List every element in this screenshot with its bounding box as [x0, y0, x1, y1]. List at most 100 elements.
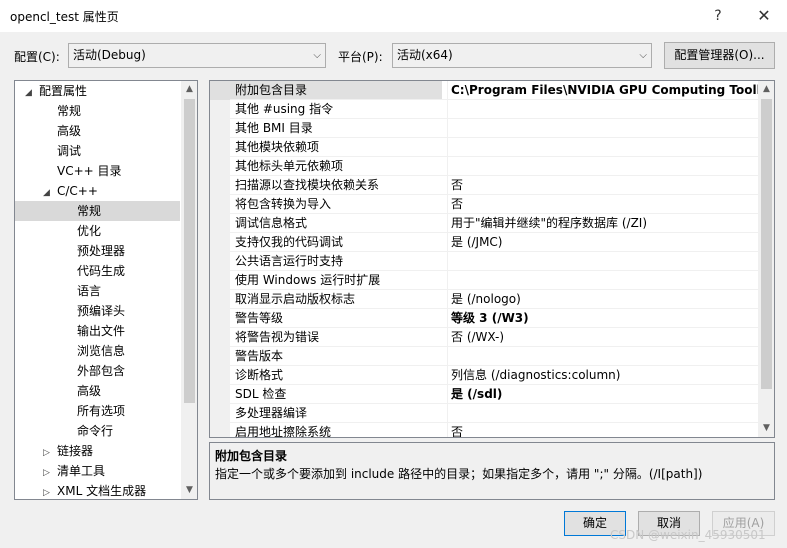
property-row[interactable]: 公共语言运行时支持 [210, 252, 758, 271]
tree-item-label: 命令行 [77, 424, 114, 438]
tree-item[interactable]: 优化 [15, 221, 180, 241]
property-value[interactable] [447, 347, 758, 366]
tree-scroll-thumb[interactable] [184, 99, 195, 403]
tree-item-label: 浏览信息 [77, 344, 126, 358]
property-grid[interactable]: 附加包含目录 C:\Program Files\NVIDIA GPU Comput… [209, 80, 775, 438]
row-gutter [210, 347, 230, 366]
property-name: 其他标头单元依赖项 [235, 159, 344, 173]
property-row[interactable]: SDL 检查 是 (/sdl) [210, 385, 758, 404]
tree-item-label: 代码生成 [77, 264, 126, 278]
tree-item[interactable]: VC++ 目录 [15, 161, 180, 181]
tree-item[interactable]: 预处理器 [15, 241, 180, 261]
property-name: 警告版本 [235, 349, 284, 363]
property-row[interactable]: 扫描源以查找模块依赖关系 否 [210, 176, 758, 195]
tree-item-label: 高级 [57, 124, 82, 138]
scroll-down-icon[interactable]: ▼ [758, 420, 774, 437]
property-row[interactable]: 多处理器编译 [210, 404, 758, 423]
property-row[interactable]: 附加包含目录 C:\Program Files\NVIDIA GPU Comput… [210, 81, 758, 100]
property-row[interactable]: 警告等级 等级 3 (/W3) [210, 309, 758, 328]
tree-item[interactable]: 语言 [15, 281, 180, 301]
property-value[interactable]: 列信息 (/diagnostics:column) [447, 366, 758, 385]
property-row[interactable]: 其他标头单元依赖项 [210, 157, 758, 176]
tree-item[interactable]: ▷ 清单工具 [15, 461, 180, 481]
tree-item[interactable]: 浏览信息 [15, 341, 180, 361]
row-gutter [210, 81, 230, 100]
tree-item[interactable]: ▷ 链接器 [15, 441, 180, 461]
tree-item[interactable]: 外部包含 [15, 361, 180, 381]
grid-scrollbar[interactable]: ▲ ▼ [758, 81, 774, 437]
property-value[interactable] [447, 252, 758, 271]
property-value[interactable] [447, 138, 758, 157]
tree-item[interactable]: 预编译头 [15, 301, 180, 321]
property-value[interactable] [447, 100, 758, 119]
platform-value: 活动(x64) [397, 48, 453, 62]
collapse-arrow-icon[interactable]: ◢ [43, 183, 57, 203]
scroll-up-icon[interactable]: ▲ [758, 81, 774, 98]
property-row[interactable]: 启用地址擦除系统 否 [210, 423, 758, 437]
property-value[interactable]: 等级 3 (/W3) [447, 309, 758, 328]
property-value[interactable]: 用于"编辑并继续"的程序数据库 (/ZI) [447, 214, 758, 233]
tree-item[interactable]: 高级 [15, 381, 180, 401]
property-row[interactable]: 其他 #using 指令 [210, 100, 758, 119]
expand-arrow-icon[interactable]: ▷ [43, 483, 57, 499]
row-gutter [210, 176, 230, 195]
description-text: 指定一个或多个要添加到 include 路径中的目录；如果指定多个，请用 ";"… [215, 467, 703, 481]
tree-item[interactable]: ▷ XML 文档生成器 [15, 481, 180, 499]
property-row[interactable]: 诊断格式 列信息 (/diagnostics:column) [210, 366, 758, 385]
property-value[interactable] [447, 119, 758, 138]
property-row[interactable]: 警告版本 [210, 347, 758, 366]
property-value[interactable]: C:\Program Files\NVIDIA GPU Computing To… [447, 81, 758, 100]
property-value[interactable]: 是 (/sdl) [447, 385, 758, 404]
tree-item[interactable]: ◢ 配置属性 [15, 81, 180, 101]
expand-arrow-icon[interactable]: ▷ [43, 463, 57, 483]
scroll-up-icon[interactable]: ▲ [181, 81, 197, 98]
tree-item[interactable]: 常规 [15, 101, 180, 121]
tree-scrollbar[interactable]: ▲ ▼ [181, 81, 197, 499]
tree-item[interactable]: 常规 [15, 201, 180, 221]
property-row[interactable]: 使用 Windows 运行时扩展 [210, 271, 758, 290]
property-tree[interactable]: ◢ 配置属性 常规 高级 调试 VC++ 目录 ◢ C/C++ 常规 优化 预处理器 代码生成 语言 预编… [14, 80, 198, 500]
property-value[interactable]: 否 (/WX-) [447, 328, 758, 347]
tree-item-label: 预编译头 [77, 304, 126, 318]
property-row[interactable]: 支持仅我的代码调试 是 (/JMC) [210, 233, 758, 252]
property-row[interactable]: 将包含转换为导入 否 [210, 195, 758, 214]
platform-dropdown[interactable]: 活动(x64) ⌵ [392, 43, 652, 68]
tree-item[interactable]: 命令行 [15, 421, 180, 441]
tree-item-label: 常规 [57, 104, 82, 118]
config-manager-button[interactable]: 配置管理器(O)... [664, 42, 775, 69]
row-gutter [210, 271, 230, 290]
property-row[interactable]: 其他模块依赖项 [210, 138, 758, 157]
scroll-down-icon[interactable]: ▼ [181, 482, 197, 499]
close-button[interactable]: ✕ [750, 4, 778, 28]
grid-scroll-thumb[interactable] [761, 99, 772, 389]
collapse-arrow-icon[interactable]: ◢ [25, 83, 39, 103]
tree-item[interactable]: ◢ C/C++ [15, 181, 180, 201]
tree-item[interactable]: 高级 [15, 121, 180, 141]
help-button[interactable]: ? [704, 4, 732, 28]
row-gutter [210, 233, 230, 252]
property-value[interactable]: 是 (/nologo) [447, 290, 758, 309]
property-name: 多处理器编译 [235, 406, 308, 420]
expand-arrow-icon[interactable]: ▷ [43, 443, 57, 463]
tree-item[interactable]: 调试 [15, 141, 180, 161]
tree-item[interactable]: 输出文件 [15, 321, 180, 341]
property-value[interactable]: 否 [447, 195, 758, 214]
property-value[interactable] [447, 157, 758, 176]
property-row[interactable]: 调试信息格式 用于"编辑并继续"的程序数据库 (/ZI) [210, 214, 758, 233]
property-name: 将警告视为错误 [235, 330, 320, 344]
property-row[interactable]: 将警告视为错误 否 (/WX-) [210, 328, 758, 347]
property-row[interactable]: 取消显示启动版权标志 是 (/nologo) [210, 290, 758, 309]
config-dropdown[interactable]: 活动(Debug) ⌵ [68, 43, 326, 68]
property-row[interactable]: 其他 BMI 目录 [210, 119, 758, 138]
row-gutter [210, 138, 230, 157]
property-value[interactable] [447, 271, 758, 290]
property-value[interactable]: 是 (/JMC) [447, 233, 758, 252]
property-value[interactable]: 否 [447, 176, 758, 195]
property-value[interactable]: 否 [447, 423, 758, 437]
tree-item-label: 优化 [77, 224, 102, 238]
tree-item[interactable]: 代码生成 [15, 261, 180, 281]
tree-item-label: 输出文件 [77, 324, 126, 338]
property-value[interactable] [447, 404, 758, 423]
tree-item[interactable]: 所有选项 [15, 401, 180, 421]
row-gutter [210, 252, 230, 271]
